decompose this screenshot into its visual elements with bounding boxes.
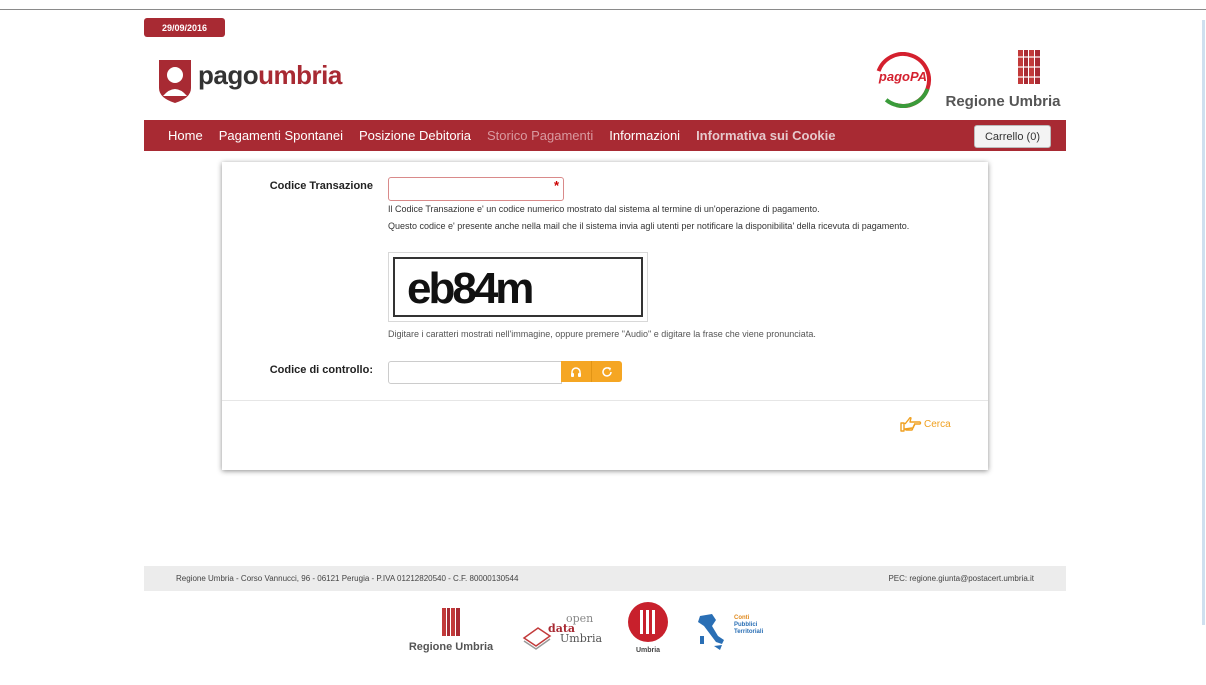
captcha-frame: eb84m: [393, 257, 643, 317]
footer-logo-regione[interactable]: Regione Umbria: [402, 608, 500, 653]
tx-code-label: Codice Transazione: [269, 180, 373, 192]
footer-logo-opendata[interactable]: open data Umbria: [522, 612, 606, 656]
footer-logo-conti[interactable]: Conti Pubblici Territoriali: [694, 612, 784, 656]
nav-home[interactable]: Home: [144, 128, 211, 143]
conti-text: Conti Pubblici Territoriali: [734, 615, 763, 636]
logo-text-umbria: umbria: [258, 59, 342, 90]
conti-line-2: Pubblici: [734, 622, 758, 628]
tx-help-line-2: Questo codice e' presente anche nella ma…: [388, 221, 910, 231]
umbria-caption: Umbria: [635, 647, 661, 654]
pagopa-text: pagoPA: [878, 69, 927, 84]
pagopa-logo-icon[interactable]: pagoPA: [873, 52, 933, 108]
shield-logo-icon: [159, 60, 191, 103]
footer-address: Regione Umbria - Corso Vannucci, 96 - 06…: [176, 574, 519, 583]
search-button[interactable]: Cerca: [900, 416, 951, 432]
tx-code-input[interactable]: *: [388, 177, 564, 201]
footer-logo-umbria[interactable]: Umbria: [626, 601, 670, 654]
regione-emblem-small-icon: [442, 608, 460, 636]
conti-line-3: Territoriali: [734, 629, 764, 635]
tx-help-line-1: Il Codice Transazione e' un codice numer…: [388, 204, 820, 214]
refresh-icon: [602, 366, 612, 377]
form-divider: [222, 400, 988, 401]
italy-map-icon: [698, 614, 724, 650]
main-nav: Home Pagamenti Spontanei Posizione Debit…: [144, 120, 1066, 151]
control-code-input[interactable]: [388, 361, 562, 384]
captcha-glyphs: eb84m: [407, 264, 535, 313]
regione-umbria-text: Regione Umbria: [945, 93, 1061, 110]
date-badge: 29/09/2016: [144, 18, 225, 37]
scrollbar[interactable]: [1202, 20, 1205, 625]
captcha-image: eb84m: [388, 252, 648, 322]
nav-posizione-debitoria[interactable]: Posizione Debitoria: [351, 128, 479, 143]
nav-informativa-cookie[interactable]: Informativa sui Cookie: [688, 128, 843, 143]
conti-line-1: Conti: [734, 615, 750, 621]
cart-button[interactable]: Carrello (0): [973, 125, 1051, 148]
top-divider: [0, 9, 1206, 10]
audio-button[interactable]: [561, 361, 591, 382]
required-icon: *: [553, 178, 559, 193]
footer-bar: Regione Umbria - Corso Vannucci, 96 - 06…: [144, 566, 1066, 591]
regione-umbria-logo[interactable]: Regione Umbria: [938, 50, 1068, 110]
umbria-circle-icon: [628, 602, 668, 642]
nav-informazioni[interactable]: Informazioni: [601, 128, 688, 143]
headphones-icon: [571, 366, 581, 377]
nav-storico-pagamenti[interactable]: Storico Pagamenti: [479, 128, 601, 143]
regione-emblem-icon: [1017, 50, 1041, 84]
control-code-label: Codice di controllo:: [269, 364, 373, 376]
footer-regione-text: Regione Umbria: [408, 641, 494, 653]
search-form-panel: Codice Transazione * Il Codice Transazio…: [222, 162, 988, 470]
footer-pec[interactable]: PEC: regione.giunta@postacert.umbria.it: [888, 574, 1034, 583]
captcha-text: eb84m: [407, 264, 532, 313]
refresh-captcha-button[interactable]: [591, 361, 622, 382]
opendata-umbria: Umbria: [560, 632, 603, 645]
pagoumbria-logo[interactable]: pagoumbria: [157, 56, 342, 104]
captcha-help: Digitare i caratteri mostrati nell'immag…: [388, 329, 816, 339]
pointing-hand-icon: [900, 416, 922, 432]
nav-pagamenti-spontanei[interactable]: Pagamenti Spontanei: [211, 128, 351, 143]
logo-text: pagoumbria: [198, 60, 342, 91]
logo-text-pago: pago: [198, 59, 259, 90]
search-label: Cerca: [924, 418, 951, 430]
